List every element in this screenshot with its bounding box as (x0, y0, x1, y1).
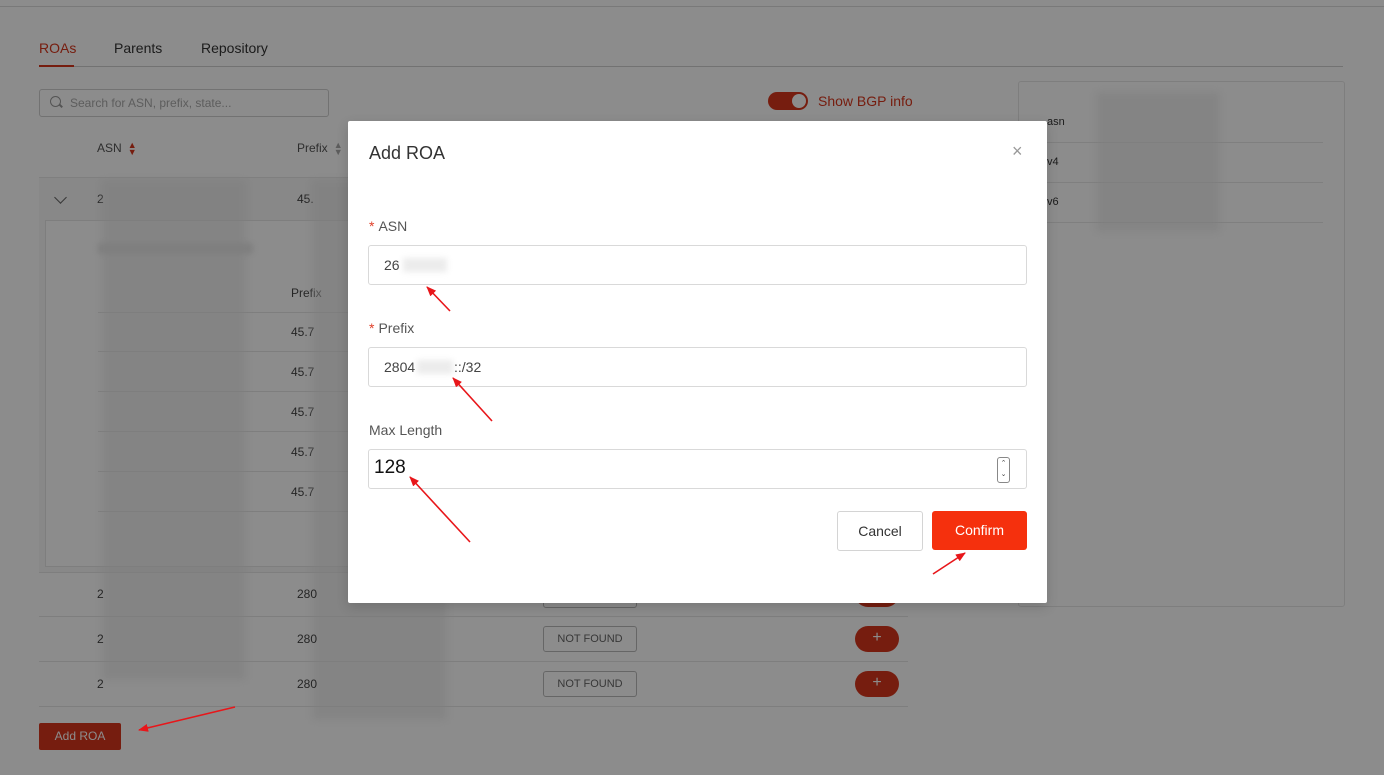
arrow-to-add-roa (138, 706, 236, 732)
annotation-arrows (138, 286, 966, 732)
arrow-to-confirm (932, 552, 966, 575)
arrow-to-max-length (409, 476, 471, 543)
arrow-to-prefix (452, 377, 493, 422)
arrow-to-asn (426, 286, 451, 312)
